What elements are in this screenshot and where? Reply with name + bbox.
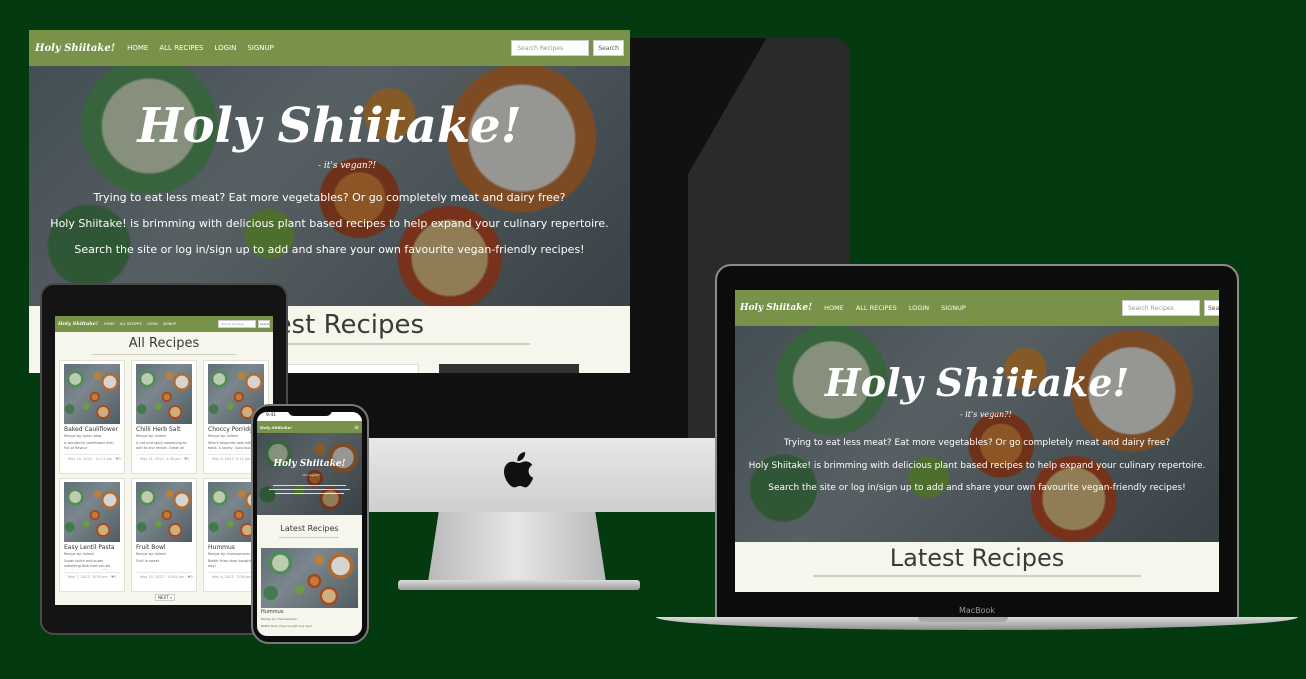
section-divider <box>813 575 1141 577</box>
hero-line-stub <box>269 489 350 490</box>
imac-base <box>398 580 640 590</box>
navbar: Holy Shiitake! HOME ALL RECIPES LOGIN SI… <box>735 290 1219 326</box>
recipe-card[interactable]: Baked Cauliflower Recipe by: kytsu blog … <box>59 360 125 474</box>
latest-recipes-title: Latest Recipes <box>280 524 339 533</box>
nav-links: HOME ALL RECIPES LOGIN SIGNUP <box>127 44 274 52</box>
search-button[interactable]: Search <box>593 40 624 56</box>
brand-logo[interactable]: Holy Shiitake! <box>58 321 98 327</box>
recipe-card[interactable]: Easy Lentil Pasta Recipe by: Admin Super… <box>59 478 125 592</box>
recipe-description: A wonderful cauliflower dish, full of fl… <box>64 441 115 450</box>
hero-line-stub <box>273 485 346 486</box>
hero-line-1: Trying to eat less meat? Eat more vegeta… <box>783 438 1171 448</box>
imac-stand <box>428 512 606 582</box>
brand-logo[interactable]: Holy Shiitake! <box>35 43 115 54</box>
search-button[interactable]: Search <box>258 320 270 328</box>
brand-logo[interactable]: Holy Shiitake! <box>740 303 812 313</box>
hero-line-1: Trying to eat less meat? Eat more vegeta… <box>93 191 566 204</box>
macbook-notch <box>918 617 1008 622</box>
recipe-description: Super quick and super satisfying dish th… <box>64 559 111 570</box>
hero-text-lines <box>267 482 352 497</box>
hero-line-stub <box>275 493 344 494</box>
nav-login[interactable]: LOGIN <box>214 44 236 52</box>
latest-section: Latest Recipes <box>735 542 1219 592</box>
hero-subtitle: - it's vegan?! <box>960 410 1012 419</box>
nav-links: HOME ALL RECIPES LOGIN SIGNUP <box>104 322 176 326</box>
nav-home[interactable]: HOME <box>127 44 148 52</box>
card-peek-3 <box>439 364 579 373</box>
recipe-card[interactable]: Fruit Bowl Recipe by: Admin Fruit is swe… <box>131 478 197 592</box>
navbar: Holy Shiitake! HOME ALL RECIPES LOGIN SI… <box>29 30 630 66</box>
ipad-screen: Holy Shiitake! HOME ALL RECIPES LOGIN SI… <box>55 316 273 605</box>
nav-all-recipes[interactable]: ALL RECIPES <box>120 322 142 326</box>
hero-image <box>735 326 1219 542</box>
recipe-description: Better than shop bought any day! <box>261 624 312 628</box>
all-recipes-title: All Recipes <box>128 336 200 351</box>
nav-home[interactable]: HOME <box>824 304 844 312</box>
hero-subtitle: - it's vegan?! <box>301 473 321 477</box>
recipe-image <box>64 364 120 424</box>
search-input[interactable]: Search Recipes <box>218 320 256 328</box>
nav-login[interactable]: LOGIN <box>909 304 929 312</box>
pagination-next[interactable]: NEXT » <box>155 594 176 601</box>
hero-line-3: Search the site or log in/sign up to add… <box>768 483 1186 493</box>
nav-all-recipes[interactable]: ALL RECIPES <box>159 44 203 52</box>
recipe-description: Fruit is sweet <box>136 559 160 563</box>
recipe-description: A hot and spicy seasoning to add to any … <box>136 441 187 452</box>
recipe-image <box>64 482 120 542</box>
macbook-label: MacBook <box>958 606 996 615</box>
navbar: Holy Shiitake! HOME ALL RECIPES LOGIN SI… <box>55 316 273 332</box>
iphone-notch <box>288 407 332 416</box>
nav-login[interactable]: LOGIN <box>147 322 158 326</box>
nav-signup[interactable]: SIGNUP <box>163 322 176 326</box>
recipe-author: Recipe by: thomasmarin <box>261 617 298 621</box>
search-form: Search Recipes Search <box>218 320 270 328</box>
hero-title: Holy Shiitake! <box>273 459 346 469</box>
recipe-footer: May 11, 2022, 2:06 pm · ♥0 <box>136 454 192 461</box>
iphone-screen: 9:41 Holy Shiitake! ≡ Holy Shiitake! - i… <box>257 412 362 636</box>
hero-title: Holy Shiitake! <box>137 98 522 154</box>
recipe-footer: May 10, 2022 · 11:11 pm · ♥0 <box>64 454 121 461</box>
recipe-footer: May 10, 2022 · 10:04 pm · ♥0 <box>136 572 193 579</box>
search-button[interactable]: Search <box>1204 300 1219 316</box>
nav-home[interactable]: HOME <box>104 322 115 326</box>
nav-links: HOME ALL RECIPES LOGIN SIGNUP <box>824 304 966 312</box>
hamburger-menu-icon[interactable]: ≡ <box>354 424 359 431</box>
nav-signup[interactable]: SIGNUP <box>247 44 274 52</box>
nav-signup[interactable]: SIGNUP <box>941 304 966 312</box>
recipe-grid: Baked Cauliflower Recipe by: kytsu blog … <box>59 360 269 592</box>
recipe-image <box>136 364 192 424</box>
search-input[interactable]: Search Recipes <box>1122 300 1200 316</box>
brand-logo[interactable]: Holy Shiitake! <box>260 425 292 430</box>
hero-subtitle: - it's vegan?! <box>318 161 377 171</box>
status-time: 9:41 <box>266 413 277 418</box>
search-form: Search Recipes Search <box>511 40 624 56</box>
nav-all-recipes[interactable]: ALL RECIPES <box>856 304 897 312</box>
recipe-image <box>261 548 358 608</box>
search-input[interactable]: Search Recipes <box>511 40 590 56</box>
hero-line-2: Holy Shiitake! is brimming with deliciou… <box>50 217 609 230</box>
recipe-title[interactable]: Hummus <box>261 609 283 615</box>
recipe-footer: May 7, 2022 · 8:59 pm · ♥0 <box>64 572 120 579</box>
recipe-card[interactable]: Chilli Herb Salt Recipe by: Admin A hot … <box>131 360 197 474</box>
macbook-screen: Holy Shiitake! HOME ALL RECIPES LOGIN SI… <box>735 290 1219 592</box>
latest-recipes-title: Latest Recipes <box>889 544 1065 572</box>
recipe-title[interactable]: Chilli Herb Salt <box>132 424 196 433</box>
recipe-title[interactable]: Baked Cauliflower <box>60 424 124 433</box>
recipe-title[interactable]: Fruit Bowl <box>132 542 196 551</box>
hero-line-2: Holy Shiitake! is brimming with deliciou… <box>748 461 1206 471</box>
navbar: Holy Shiitake! ≡ <box>257 421 362 433</box>
hero-title: Holy Shiitake! <box>824 360 1130 405</box>
recipe-title[interactable]: Easy Lentil Pasta <box>60 542 124 551</box>
recipe-image <box>136 482 192 542</box>
apple-logo-icon <box>504 452 534 488</box>
section-divider <box>92 354 236 355</box>
section-divider <box>279 537 339 538</box>
hero-line-3: Search the site or log in/sign up to add… <box>74 243 585 256</box>
search-form: Search Recipes Search <box>1122 300 1219 316</box>
